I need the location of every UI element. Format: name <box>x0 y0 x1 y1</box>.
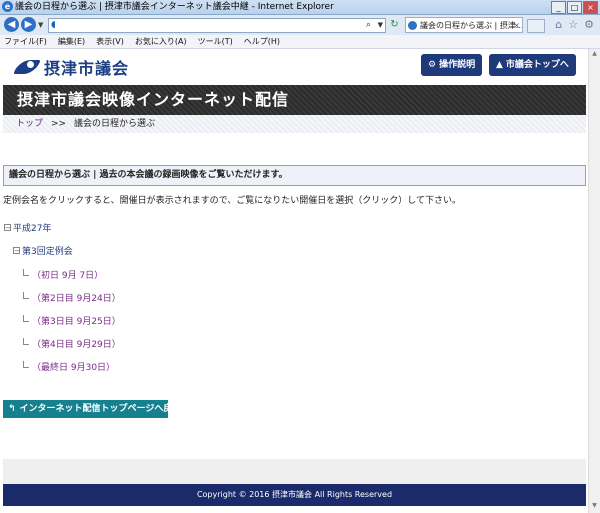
breadcrumb-separator: >> <box>51 119 67 129</box>
instruction-text: 定例会名をクリックすると、開催日が表示されますので、ご覧になりたい開催日を選択（… <box>3 196 462 206</box>
gear-icon: ⚙ <box>428 60 437 70</box>
new-tab-button[interactable] <box>527 19 545 33</box>
favorites-star-icon[interactable]: ☆ <box>568 18 578 31</box>
tree-day-link[interactable]: （第2日目 9月24日） <box>23 292 121 305</box>
window-title: 議会の日程から選ぶ | 摂津市議会インターネット議会中継 - Internet … <box>15 2 334 12</box>
page-title: 摂津市議会映像インターネット配信 <box>3 85 586 115</box>
tree-branch-icon <box>23 338 29 345</box>
logo-text: 摂津市議会 <box>44 59 130 78</box>
history-dropdown-icon[interactable]: ▼ <box>38 21 43 29</box>
city-emblem-icon <box>16 58 38 76</box>
tree-day-label: （第4日目 9月29日） <box>32 340 121 350</box>
tree-year-label: 平成27年 <box>13 224 52 234</box>
browser-navbar: ◀ ▶ ▼ ◖ ⌕ ▼ ↻ 議会の日程から選ぶ | 摂津... × ⌂ ☆ ⚙ <box>0 15 600 36</box>
search-icon[interactable]: ⌕ <box>366 19 371 32</box>
tree-day-label: （第3日目 9月25日） <box>32 317 121 327</box>
address-bar[interactable]: ◖ ⌕ ▼ <box>48 18 386 33</box>
menu-favorites[interactable]: お気に入り(A) <box>135 35 187 48</box>
settings-gear-icon[interactable]: ⚙ <box>584 18 594 31</box>
tree-day-link[interactable]: （最終日 9月30日） <box>23 361 115 374</box>
footer-spacer <box>3 459 586 484</box>
collapse-toggle-icon[interactable]: − <box>13 247 20 255</box>
tab-favicon-icon <box>408 21 417 30</box>
return-arrow-icon: ↰ <box>8 404 16 414</box>
back-to-top-button[interactable]: ↰ インターネット配信トップページへ戻る <box>3 400 181 418</box>
menu-help[interactable]: ヘルプ(H) <box>244 35 280 48</box>
maximize-icon[interactable]: □ <box>567 1 582 14</box>
vertical-scrollbar[interactable]: ▲ ▼ <box>588 49 600 513</box>
back-arrow-icon[interactable]: ◀ <box>4 17 19 32</box>
minimize-icon[interactable]: _ <box>551 1 566 14</box>
scroll-down-icon[interactable]: ▼ <box>590 502 599 512</box>
copyright-text: Copyright © 2016 摂津市議会 All Rights Reserv… <box>196 490 393 499</box>
breadcrumb: トップ >> 議会の日程から選ぶ <box>3 115 586 133</box>
tree-session-label: 第3回定例会 <box>22 247 73 257</box>
tree-session-node[interactable]: − 第3回定例会 <box>13 246 73 258</box>
tree-year-node[interactable]: − 平成27年 <box>4 223 51 235</box>
web-page: 摂津市議会 ⚙ 操作説明 ▲ 市議会トップへ 摂津市議会映像インターネット配信 トッ… <box>0 49 589 513</box>
back-to-top-label: インターネット配信トップページへ戻る <box>19 404 182 414</box>
tree-day-link[interactable]: （初日 9月 7日） <box>23 269 103 282</box>
tab-close-icon[interactable]: × <box>513 18 520 32</box>
menu-tools[interactable]: ツール(T) <box>198 35 233 48</box>
help-button-label: 操作説明 <box>439 60 476 70</box>
tree-day-label: （初日 9月 7日） <box>32 271 104 281</box>
tree-day-link[interactable]: （第3日目 9月25日） <box>23 315 121 328</box>
tree-branch-icon <box>23 292 29 299</box>
tree-day-link[interactable]: （第4日目 9月29日） <box>23 338 121 351</box>
window-controls: _ □ × <box>551 1 598 14</box>
ie-icon: e <box>2 1 13 12</box>
site-footer: Copyright © 2016 摂津市議会 All Rights Reserv… <box>3 484 586 506</box>
help-button[interactable]: ⚙ 操作説明 <box>421 54 483 76</box>
forward-arrow-icon[interactable]: ▶ <box>21 17 36 32</box>
council-top-button-label: 市議会トップへ <box>505 60 569 70</box>
tree-day-label: （最終日 9月30日） <box>32 363 116 373</box>
tree-branch-icon <box>23 361 29 368</box>
site-logo[interactable]: 摂津市議会 <box>16 55 129 79</box>
menu-view[interactable]: 表示(V) <box>96 35 124 48</box>
sitemap-icon: ▲ <box>496 60 503 70</box>
window-titlebar: e 議会の日程から選ぶ | 摂津市議会インターネット議会中継 - Interne… <box>0 0 600 15</box>
scroll-up-icon[interactable]: ▲ <box>590 50 599 60</box>
site-header: 摂津市議会 ⚙ 操作説明 ▲ 市議会トップへ <box>0 49 589 83</box>
collapse-toggle-icon[interactable]: − <box>4 224 11 232</box>
chevron-down-icon[interactable]: ▼ <box>378 19 383 32</box>
breadcrumb-current: 議会の日程から選ぶ <box>74 119 156 129</box>
tree-branch-icon <box>23 315 29 322</box>
browser-tab[interactable]: 議会の日程から選ぶ | 摂津... × <box>405 17 523 33</box>
menu-edit[interactable]: 編集(E) <box>58 35 85 48</box>
menu-file[interactable]: ファイル(F) <box>4 35 47 48</box>
tree-day-label: （第2日目 9月24日） <box>32 294 121 304</box>
home-icon[interactable]: ⌂ <box>555 18 562 31</box>
tab-title: 議会の日程から選ぶ | 摂津... <box>420 21 523 30</box>
menu-bar: ファイル(F) 編集(E) 表示(V) お気に入り(A) ツール(T) ヘルプ(… <box>0 35 600 49</box>
section-heading: 議会の日程から選ぶ | 過去の本会議の録画映像をご覧いただけます。 <box>3 165 586 186</box>
close-icon[interactable]: × <box>583 1 598 14</box>
tree-branch-icon <box>23 269 29 276</box>
refresh-icon[interactable]: ↻ <box>388 18 401 31</box>
council-top-button[interactable]: ▲ 市議会トップへ <box>489 54 576 76</box>
browser-toolbar-icons: ⌂ ☆ ⚙ <box>555 18 594 31</box>
breadcrumb-home-link[interactable]: トップ <box>16 115 43 133</box>
site-favicon-icon: ◖ <box>51 20 56 30</box>
